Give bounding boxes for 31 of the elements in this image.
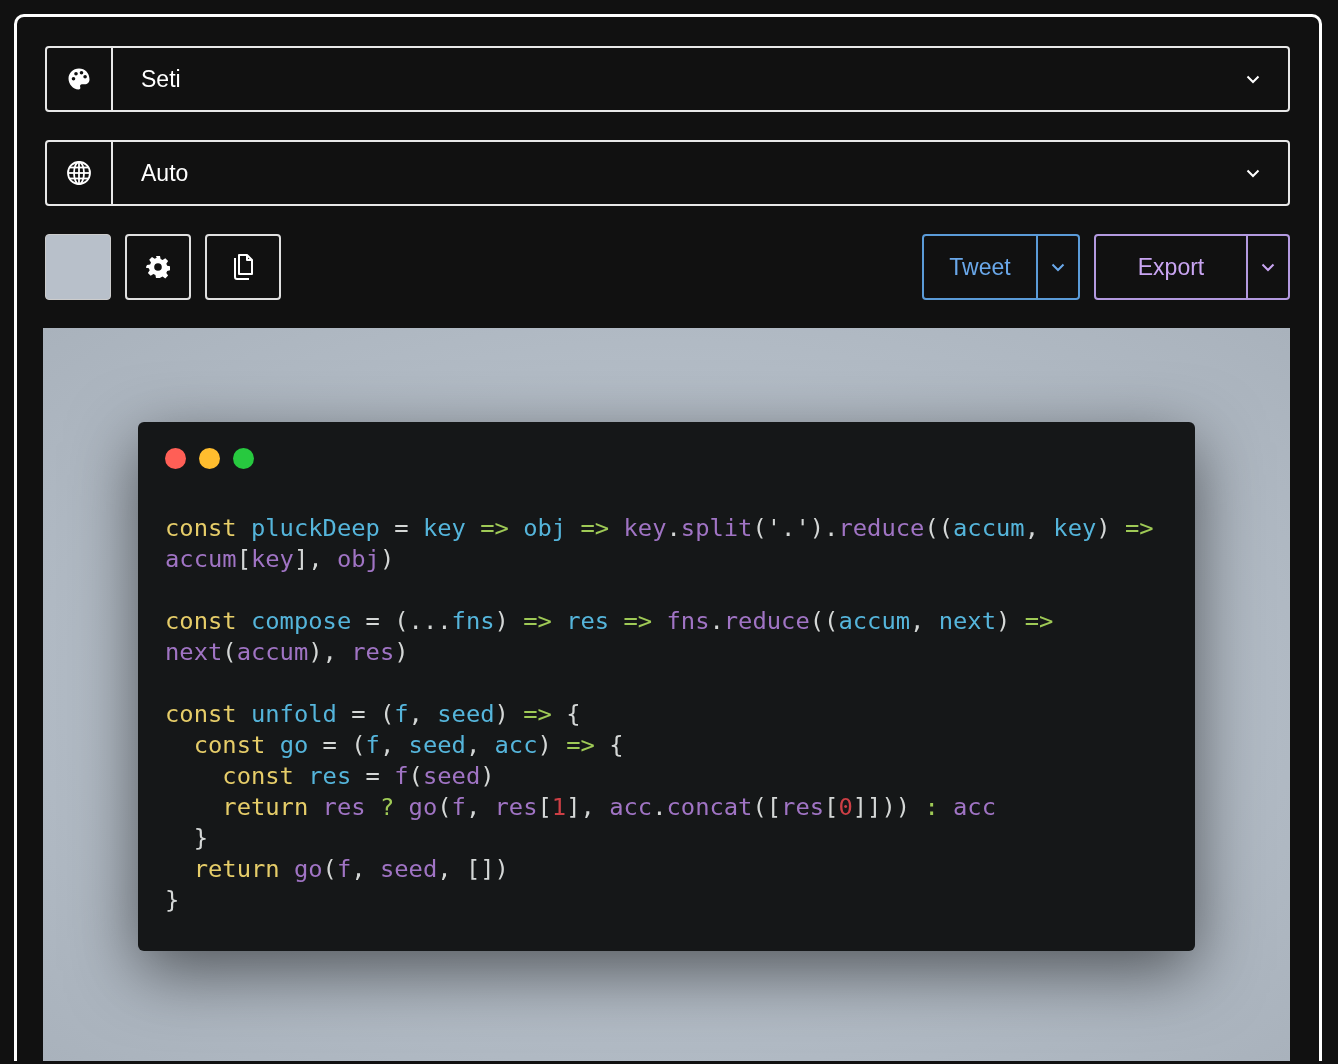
chevron-down-icon <box>1246 168 1260 178</box>
code-line: const go = (f, seed, acc) => { <box>192 730 624 761</box>
window-control-dot <box>233 448 254 469</box>
chevron-down-icon <box>1051 262 1065 272</box>
code-line: } <box>165 885 180 916</box>
theme-select[interactable]: Seti <box>45 46 1290 112</box>
export-button[interactable]: Export <box>1094 234 1248 300</box>
export-menu-button[interactable] <box>1248 234 1290 300</box>
code-line: return res ? go(f, res[1], acc.concat([res[0]])) : acc <box>221 792 997 823</box>
code-line: next(accum), res) <box>165 637 409 668</box>
window-control-dot <box>165 448 186 469</box>
chevron-down-icon <box>1261 262 1275 272</box>
background-color-swatch[interactable] <box>45 234 111 300</box>
chevron-down-icon <box>1246 74 1260 84</box>
language-select[interactable]: Auto <box>45 140 1290 206</box>
code-line: const pluckDeep = key => obj => key.split('.').reduce((accum, key) => <box>165 513 1154 544</box>
code-line: const unfold = (f, seed) => { <box>165 699 581 730</box>
copy-button[interactable] <box>205 234 281 300</box>
code-line: const res = f(seed) <box>221 761 495 792</box>
globe-icon <box>66 160 92 186</box>
window-control-dot <box>199 448 220 469</box>
tweet-button[interactable]: Tweet <box>922 234 1038 300</box>
palette-icon <box>67 67 91 91</box>
code-line: accum[key], obj) <box>165 544 395 575</box>
tweet-menu-button[interactable] <box>1038 234 1080 300</box>
copy-icon <box>231 253 255 281</box>
settings-button[interactable] <box>125 234 191 300</box>
code-line: } <box>192 823 208 854</box>
code-line: return go(f, seed, []) <box>192 854 509 885</box>
code-line: const compose = (...fns) => res => fns.reduce((accum, next) => <box>165 606 1054 637</box>
settings-icon <box>146 255 170 279</box>
